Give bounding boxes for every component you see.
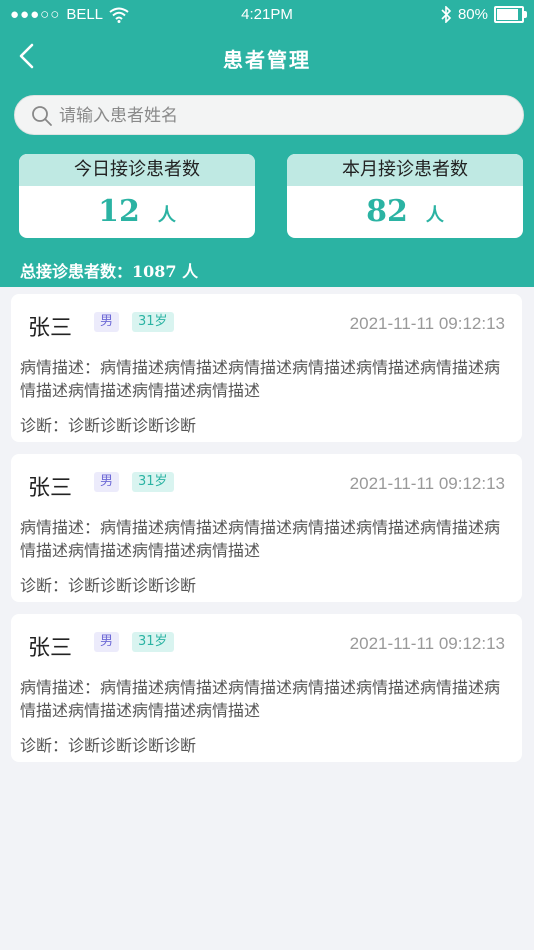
month-stat-unit: 人 [425, 205, 444, 226]
gender-badge: 男 [94, 312, 120, 332]
month-stat-label: 本月接诊患者数 [287, 154, 523, 186]
month-stat-value-row: 82 人 [287, 194, 523, 229]
search-bar[interactable] [14, 95, 524, 136]
visit-time: 2021-11-11 09:12:13 [349, 634, 505, 653]
status-right: 80% [440, 6, 527, 23]
patient-card[interactable]: 张三 男 31岁 2021-11-11 09:12:13 病情描述：病情描述病情… [11, 454, 522, 602]
status-bar: ●●●○○ BELL 4:21PM 80% [0, 0, 534, 30]
battery-icon [494, 6, 527, 23]
condition-description: 病情描述：病情描述病情描述病情描述病情描述病情描述病情描述病情描述病情描述病情描… [20, 678, 501, 720]
patient-name: 张三 [28, 636, 73, 661]
age-badge: 31岁 [132, 472, 174, 492]
today-stat-card: 今日接诊患者数 12 人 [19, 154, 255, 238]
patient-name: 张三 [28, 316, 73, 341]
nav-bar: 患者管理 [0, 34, 534, 78]
search-icon [32, 106, 52, 126]
battery-percent: 80% [457, 6, 488, 23]
condition-description: 病情描述：病情描述病情描述病情描述病情描述病情描述病情描述病情描述病情描述病情描… [20, 358, 501, 400]
patient-name: 张三 [28, 476, 73, 501]
bluetooth-icon [441, 6, 452, 23]
diagnosis-text: 诊断：诊断诊断诊断诊断 [20, 736, 197, 755]
today-stat-value: 12 [98, 194, 140, 229]
diagnosis-text: 诊断：诊断诊断诊断诊断 [20, 576, 197, 595]
month-stat-value: 82 [366, 194, 408, 229]
visit-time: 2021-11-11 09:12:13 [349, 474, 505, 493]
condition-description: 病情描述：病情描述病情描述病情描述病情描述病情描述病情描述病情描述病情描述病情描… [20, 518, 501, 560]
month-stat-card: 本月接诊患者数 82 人 [287, 154, 523, 238]
patient-card[interactable]: 张三 男 31岁 2021-11-11 09:12:13 病情描述：病情描述病情… [11, 614, 522, 762]
today-stat-label: 今日接诊患者数 [19, 154, 255, 186]
today-stat-unit: 人 [157, 205, 176, 226]
search-input[interactable] [57, 96, 501, 136]
today-stat-value-row: 12 人 [19, 194, 255, 229]
gender-badge: 男 [94, 472, 120, 492]
total-patients-text: 总接诊患者数：1087 人 [20, 262, 199, 281]
patient-card[interactable]: 张三 男 31岁 2021-11-11 09:12:13 病情描述：病情描述病情… [11, 294, 522, 442]
page-title: 患者管理 [223, 48, 311, 72]
gender-badge: 男 [94, 632, 120, 652]
age-badge: 31岁 [132, 312, 174, 332]
battery-fill [497, 9, 518, 20]
visit-time: 2021-11-11 09:12:13 [349, 314, 505, 333]
age-badge: 31岁 [132, 632, 174, 652]
diagnosis-text: 诊断：诊断诊断诊断诊断 [20, 416, 197, 435]
